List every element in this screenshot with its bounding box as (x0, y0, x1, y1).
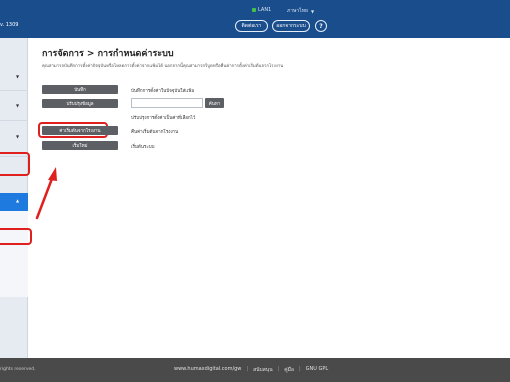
footer-separator: | (277, 366, 280, 372)
footer-license-link[interactable]: GNU GPL (306, 366, 329, 374)
lan-status-icon (252, 8, 256, 12)
update-button[interactable]: ปรับปรุงข้อมูล (42, 99, 118, 108)
sidebar-divider (0, 120, 28, 121)
update-label: ปรับปรุงการตั้งค่าเป็นค่าที่เลือกไว้ (131, 116, 196, 121)
factory-reset-button[interactable]: ค่าเริ่มต้นจากโรงงาน (42, 126, 118, 135)
sidebar: ▼ ▼ ▼ ▲ (0, 38, 28, 358)
factory-reset-label: คืนค่าเริ่มต้นจากโรงงาน (131, 130, 179, 135)
save-label: บันทึกการตั้งค่าในปัจจุบันใส่แฟ้ม (131, 89, 195, 94)
language-select-label: ภาษาไทย (287, 8, 308, 14)
restart-label: เริ่มต้นระบบ (131, 145, 155, 150)
sidebar-caret-down-icon[interactable]: ▼ (16, 103, 19, 108)
config-file-input[interactable] (131, 98, 203, 108)
sidebar-submenu (0, 211, 28, 297)
sidebar-caret-up-icon: ▲ (16, 198, 20, 203)
red-arrow-icon (35, 167, 57, 220)
restart-button[interactable]: เริ่มใหม่ (42, 141, 118, 150)
sidebar-caret-down-icon[interactable]: ▼ (16, 134, 19, 139)
highlight-sidebar-management (0, 152, 30, 176)
lan-status: LAN1 (252, 7, 271, 13)
sidebar-item-management[interactable]: ▲ (0, 193, 28, 211)
page-title: การจัดการ > การกำหนดค่าระบบ (42, 49, 174, 59)
footer-separator: | (246, 366, 249, 372)
footer-links: www.humaxdigital.com/gw | สนับสนุน | คู่… (174, 366, 328, 374)
sidebar-divider (0, 90, 28, 91)
footer-support-link[interactable]: สนับสนุน (253, 366, 273, 374)
top-header: v. 1309 LAN1 ภาษาไทย ▼ ติดต่อเรา ออกจากร… (0, 0, 510, 38)
language-caret-icon: ▼ (310, 8, 315, 14)
browse-button[interactable]: ค้นหา (205, 98, 224, 108)
page-description: คุณสามารถบันทึกการตั้งค่าปัจจุบันหรือโหล… (42, 64, 284, 69)
footer-separator: | (298, 366, 301, 372)
highlight-sidebar-system-config (0, 228, 32, 245)
save-button[interactable]: บันทึก (42, 85, 118, 94)
firmware-version: v. 1309 (0, 22, 19, 28)
contact-button[interactable]: ติดต่อเรา (235, 20, 268, 32)
footer-manual-link[interactable]: คู่มือ (284, 366, 294, 374)
help-icon[interactable]: ? (315, 20, 327, 32)
footer-site-link[interactable]: www.humaxdigital.com/gw (174, 366, 241, 374)
logout-button[interactable]: ออกจากระบบ (272, 20, 310, 32)
language-select[interactable]: ภาษาไทย ▼ (287, 7, 314, 15)
lan-status-label: LAN1 (258, 7, 272, 13)
footer-rights: rights reserved. (0, 367, 36, 372)
sidebar-caret-down-icon[interactable]: ▼ (16, 74, 19, 79)
footer: rights reserved. www.humaxdigital.com/gw… (0, 358, 510, 382)
